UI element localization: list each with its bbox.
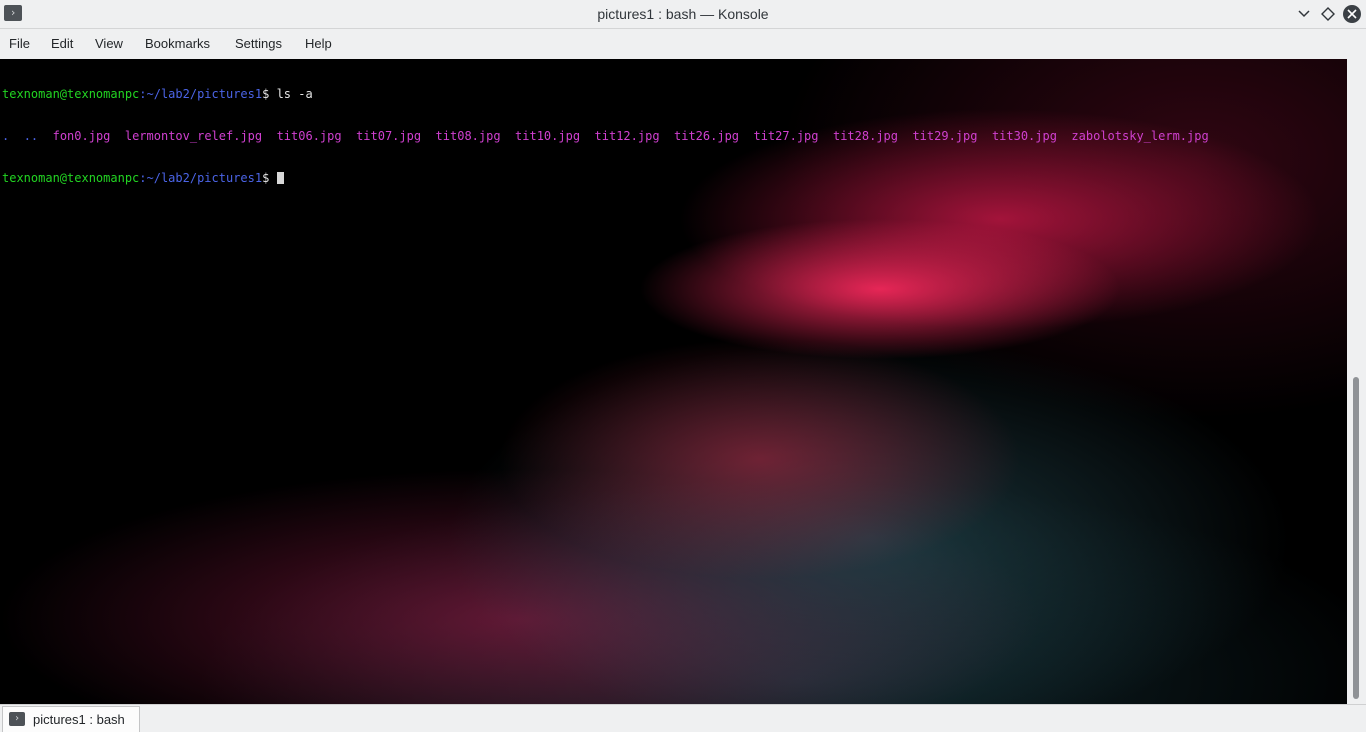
vertical-scrollbar[interactable] [1347, 59, 1366, 704]
menu-bookmarks[interactable]: Bookmarks [145, 29, 210, 59]
tab-label: pictures1 : bash [33, 712, 125, 727]
listing-file: tit26.jpg [674, 129, 740, 143]
prompt-symbol: $ [262, 171, 277, 185]
listing-file: tit10.jpg [515, 129, 581, 143]
close-button[interactable] [1343, 5, 1361, 23]
prompt-user: texnoman@texnomanpc [2, 171, 140, 185]
prompt-symbol: $ [262, 87, 277, 101]
listing-file: tit06.jpg [276, 129, 342, 143]
listing-file: tit12.jpg [594, 129, 660, 143]
close-icon [1347, 9, 1357, 19]
menu-help[interactable]: Help [305, 29, 332, 59]
menu-bar: File Edit View Bookmarks Settings Help [0, 29, 1366, 59]
window-title: pictures1 : bash — Konsole [597, 6, 769, 22]
listing-file: tit08.jpg [435, 129, 501, 143]
prompt-path: :~/lab2/pictures1 [139, 171, 263, 185]
terminal-icon: › [9, 712, 25, 726]
current-prompt-line: texnoman@texnomanpc:~/lab2/pictures1$ [2, 171, 1209, 185]
prompt-user: texnoman@texnomanpc [2, 87, 140, 101]
listing-file: tit07.jpg [356, 129, 422, 143]
listing-dir: . [2, 129, 10, 143]
terminal-view[interactable]: texnoman@texnomanpc:~/lab2/pictures1$ ls… [0, 59, 1347, 704]
diamond-icon [1321, 7, 1335, 21]
chevron-down-icon [1298, 10, 1310, 18]
scrollbar-handle[interactable] [1353, 377, 1359, 699]
text-cursor [276, 172, 284, 184]
directory-listing: . .. fon0.jpg lermontov_relef.jpg tit06.… [2, 129, 1209, 143]
menu-view[interactable]: View [95, 29, 123, 59]
listing-file: tit27.jpg [753, 129, 819, 143]
listing-file: fon0.jpg [52, 129, 111, 143]
menu-settings[interactable]: Settings [235, 29, 282, 59]
menu-file[interactable]: File [9, 29, 30, 59]
listing-file: tit30.jpg [991, 129, 1057, 143]
tab-pictures1-bash[interactable]: › pictures1 : bash [2, 706, 140, 732]
minimize-button[interactable] [1295, 5, 1313, 23]
command-text: ls -a [276, 87, 313, 101]
listing-file: lermontov_relef.jpg [124, 129, 263, 143]
maximize-button[interactable] [1319, 5, 1337, 23]
title-bar[interactable]: › pictures1 : bash — Konsole [0, 0, 1366, 29]
listing-file: zabolotsky_lerm.jpg [1071, 129, 1209, 143]
prompt-path: :~/lab2/pictures1 [139, 87, 263, 101]
menu-edit[interactable]: Edit [51, 29, 73, 59]
listing-dir: .. [23, 129, 39, 143]
terminal-output: texnoman@texnomanpc:~/lab2/pictures1$ ls… [2, 59, 1209, 213]
tab-bar: › pictures1 : bash [0, 704, 1366, 732]
listing-file: tit28.jpg [832, 129, 898, 143]
konsole-window: › pictures1 : bash — Konsole File Edit V… [0, 0, 1366, 732]
command-line: texnoman@texnomanpc:~/lab2/pictures1$ ls… [2, 87, 1209, 101]
listing-file: tit29.jpg [912, 129, 978, 143]
